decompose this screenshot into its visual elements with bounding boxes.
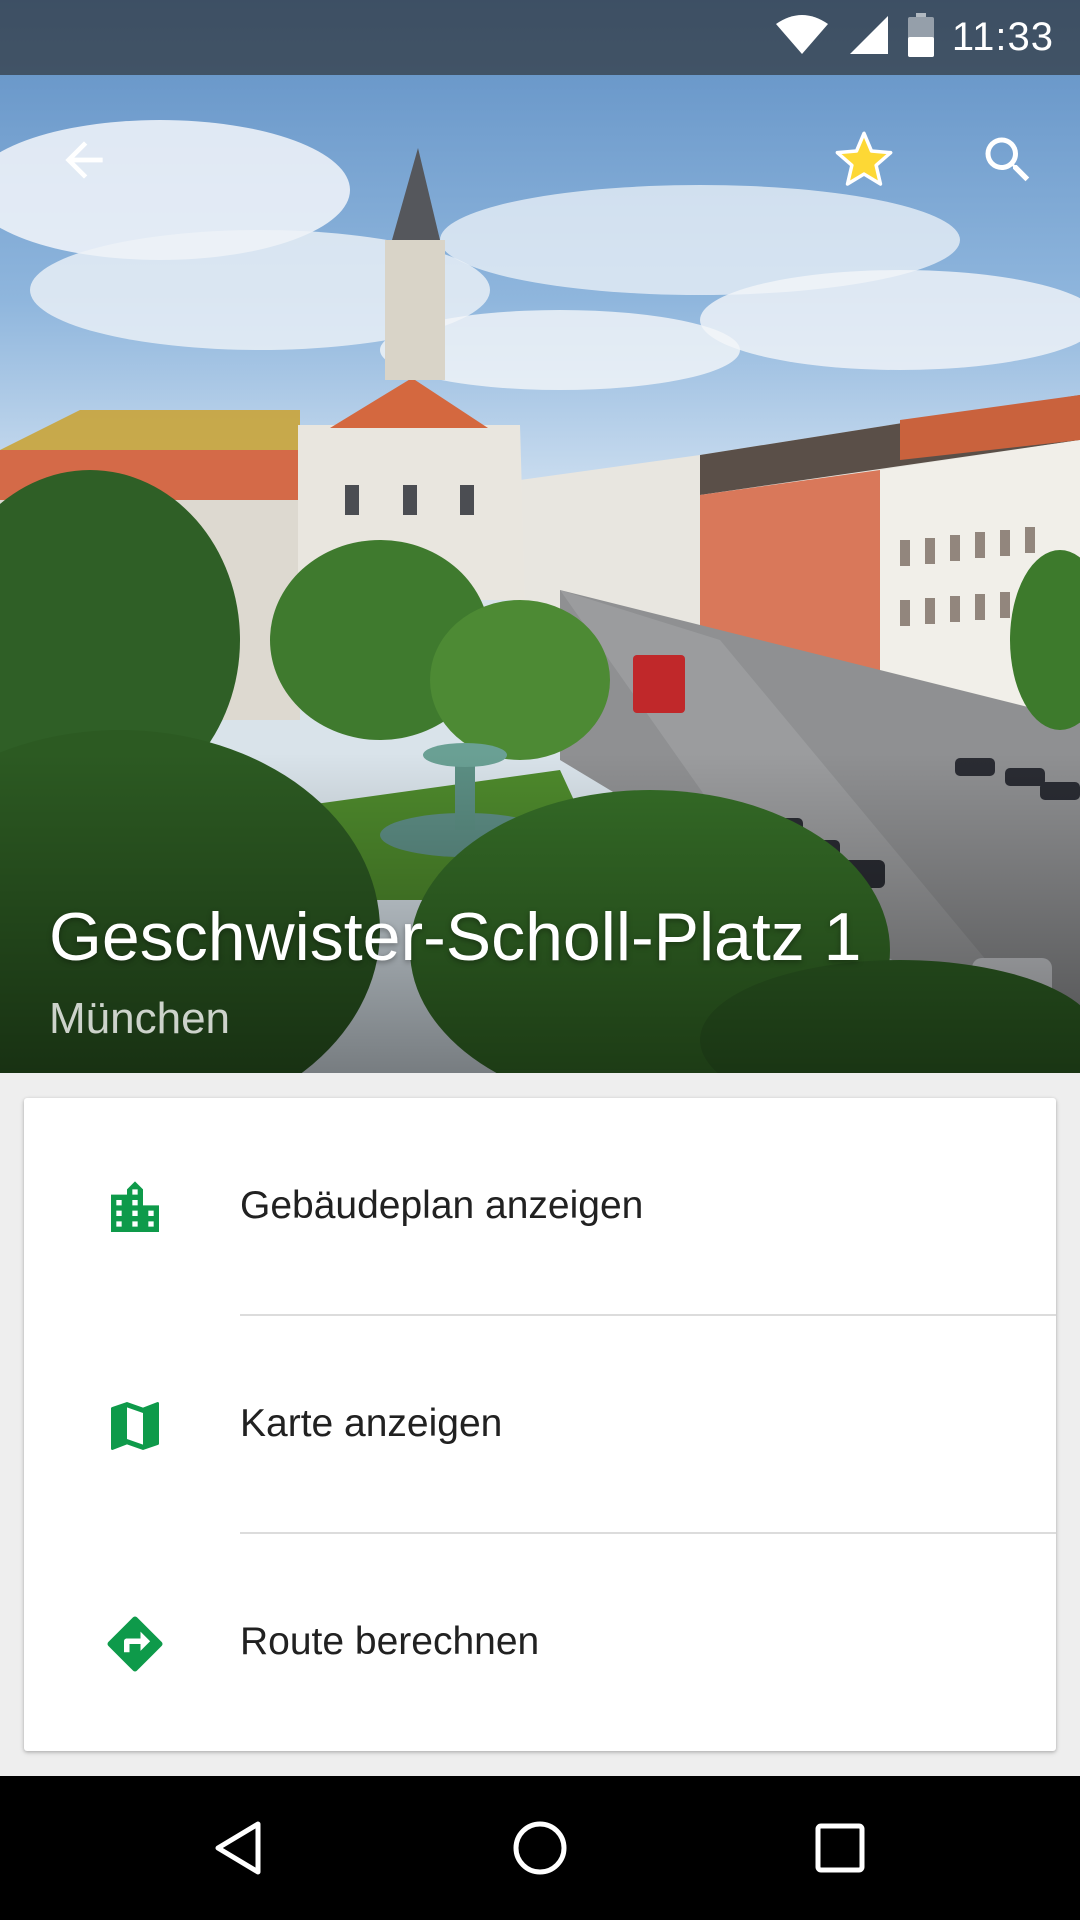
battery-icon [907, 13, 934, 62]
nav-home-button[interactable] [490, 1798, 590, 1898]
arrow-back-icon [65, 141, 103, 179]
directions-icon [100, 1609, 170, 1679]
search-icon [985, 137, 1030, 182]
action-label: Route berechnen [240, 1620, 540, 1663]
actions-card: Gebäudeplan anzeigen Karte anzeigen Rout… [24, 1098, 1056, 1751]
page-subtitle: München [49, 994, 231, 1043]
back-button[interactable] [42, 118, 126, 202]
star-icon [835, 131, 893, 186]
status-bar: 11:33 [0, 0, 1080, 75]
building-icon [100, 1173, 170, 1243]
action-calculate-route[interactable]: Route berechnen [24, 1534, 1056, 1752]
recents-square-icon [815, 1823, 865, 1873]
nav-recents-button[interactable] [790, 1798, 890, 1898]
action-label: Karte anzeigen [240, 1402, 503, 1445]
page-title: Geschwister-Scholl-Platz 1 [49, 899, 862, 975]
back-triangle-icon [215, 1821, 261, 1875]
nav-back-button[interactable] [190, 1798, 290, 1898]
action-label: Gebäudeplan anzeigen [240, 1184, 644, 1227]
action-building-plan[interactable]: Gebäudeplan anzeigen [24, 1098, 1056, 1316]
navigation-bar [0, 1776, 1080, 1920]
wifi-icon [774, 14, 830, 61]
favorite-button[interactable] [822, 118, 906, 202]
map-icon [100, 1391, 170, 1461]
action-show-map[interactable]: Karte anzeigen [24, 1316, 1056, 1534]
search-button[interactable] [966, 118, 1050, 202]
cell-signal-icon [848, 14, 890, 61]
home-circle-icon [513, 1821, 567, 1875]
status-time: 11:33 [951, 15, 1054, 59]
